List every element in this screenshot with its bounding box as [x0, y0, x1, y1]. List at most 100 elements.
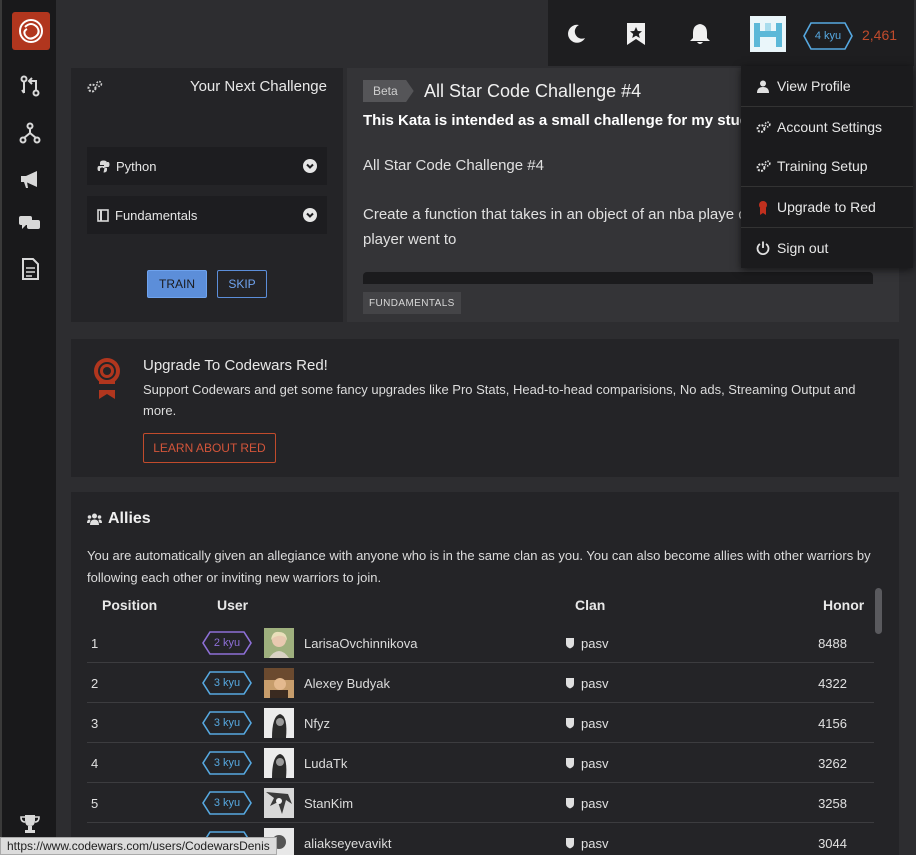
language-value: Python: [116, 158, 157, 174]
shield-icon: [565, 637, 575, 649]
user-menu: View Profile Account Settings Training S…: [741, 66, 913, 268]
clan-name: pasv: [581, 795, 609, 811]
users-icon: [87, 513, 102, 525]
trophy-icon[interactable]: [18, 812, 42, 836]
kata-tag[interactable]: FUNDAMENTALS: [363, 292, 461, 314]
clan-cell[interactable]: pasv: [565, 743, 608, 783]
upgrade-banner: Upgrade To Codewars Red! Support Codewar…: [71, 339, 899, 477]
table-row: 2 3 kyu Alexey Budyak pasv 4322: [87, 663, 874, 703]
table-row: 3 3 kyu Nfyz pasv 4156: [87, 703, 874, 743]
row-position: 2: [91, 675, 99, 691]
rank-label: 3 kyu: [213, 677, 241, 689]
left-sidebar: [0, 0, 56, 855]
gears-icon[interactable]: [87, 80, 103, 99]
user-name[interactable]: aliakseyevavikt: [304, 823, 391, 855]
clan-cell[interactable]: pasv: [565, 823, 608, 855]
column-header-position[interactable]: Position: [102, 597, 157, 613]
kata-intro: This Kata is intended as a small challen…: [363, 112, 767, 129]
upgrade-text: Support Codewars and get some fancy upgr…: [143, 382, 856, 418]
rank-badge: 3 kyu: [202, 791, 252, 815]
menu-item-sign-out[interactable]: Sign out: [741, 228, 913, 268]
chevron-down-icon: [303, 208, 317, 222]
user-name[interactable]: LarisaOvchinnikova: [304, 623, 417, 663]
allies-title: Allies: [108, 510, 151, 527]
menu-item-label: Sign out: [777, 240, 829, 256]
learn-about-red-button[interactable]: LEARN ABOUT RED: [143, 433, 276, 463]
chat-icon[interactable]: [18, 211, 42, 235]
user-avatar[interactable]: [750, 16, 786, 52]
column-header-user[interactable]: User: [217, 597, 248, 613]
menu-item-training-setup[interactable]: Training Setup: [741, 146, 913, 186]
row-position: 5: [91, 795, 99, 811]
menu-item-label: Upgrade to Red: [777, 199, 876, 215]
category-select[interactable]: Fundamentals: [87, 196, 327, 234]
menu-item-upgrade-red[interactable]: Upgrade to Red: [741, 187, 913, 227]
table-row: 4 3 kyu LudaTk pasv 3262: [87, 743, 874, 783]
menu-item-label: Training Setup: [777, 158, 868, 174]
clan-cell[interactable]: pasv: [565, 623, 608, 663]
user-name[interactable]: Alexey Budyak: [304, 663, 390, 703]
network-icon[interactable]: [18, 121, 42, 145]
gears-icon: [755, 120, 771, 134]
moon-icon[interactable]: [564, 22, 588, 46]
megaphone-icon[interactable]: [18, 167, 42, 191]
clan-name: pasv: [581, 755, 609, 771]
row-honor: 3258: [818, 795, 847, 811]
shield-icon: [565, 837, 575, 849]
train-button[interactable]: TRAIN: [147, 270, 207, 298]
user-icon: [755, 80, 771, 93]
clan-cell[interactable]: pasv: [565, 663, 608, 703]
gears-icon: [755, 159, 771, 173]
clan-cell[interactable]: pasv: [565, 703, 608, 743]
user-name[interactable]: Nfyz: [304, 703, 330, 743]
upgrade-title: Upgrade To Codewars Red!: [143, 357, 328, 374]
row-position: 4: [91, 755, 99, 771]
bookmark-star-icon[interactable]: [624, 22, 648, 46]
avatar[interactable]: [264, 628, 294, 658]
link-status-bar: https://www.codewars.com/users/CodewarsD…: [0, 837, 277, 855]
rank-label: 2 kyu: [213, 637, 241, 649]
kata-title[interactable]: All Star Code Challenge #4: [424, 81, 641, 102]
rank-badge: 3 kyu: [202, 751, 252, 775]
table-scrollbar[interactable]: [875, 588, 882, 634]
skip-button[interactable]: SKIP: [217, 270, 267, 298]
red-ribbon-icon: [93, 357, 121, 404]
language-select[interactable]: Python: [87, 147, 327, 185]
power-icon: [755, 241, 771, 255]
rank-label: 3 kyu: [213, 797, 241, 809]
code-block: [363, 272, 873, 284]
table-row: 1 2 kyu LarisaOvchinnikova pasv 8488: [87, 623, 874, 663]
shield-icon: [565, 757, 575, 769]
menu-item-view-profile[interactable]: View Profile: [741, 66, 913, 106]
menu-item-label: Account Settings: [777, 119, 883, 135]
row-honor: 3262: [818, 755, 847, 771]
clan-cell[interactable]: pasv: [565, 783, 608, 823]
python-icon: [97, 160, 110, 173]
honor-score: 2,461: [862, 27, 898, 43]
avatar[interactable]: [264, 708, 294, 738]
row-honor: 4156: [818, 715, 847, 731]
avatar[interactable]: [264, 748, 294, 778]
table-row: 5 3 kyu StanKim pasv 3258: [87, 783, 874, 823]
shield-icon: [565, 677, 575, 689]
clan-name: pasv: [581, 835, 609, 851]
codewars-logo[interactable]: [12, 12, 50, 50]
rank-label: 4 kyu: [814, 30, 842, 42]
shield-icon: [565, 797, 575, 809]
menu-item-label: View Profile: [777, 78, 851, 94]
avatar[interactable]: [264, 668, 294, 698]
menu-item-account-settings[interactable]: Account Settings: [741, 107, 913, 147]
row-honor: 3044: [818, 835, 847, 851]
rank-badge: 3 kyu: [202, 711, 252, 735]
avatar[interactable]: [264, 788, 294, 818]
user-name[interactable]: LudaTk: [304, 743, 347, 783]
allies-heading: Allies: [87, 510, 151, 528]
document-icon[interactable]: [18, 257, 42, 281]
rank-label: 3 kyu: [213, 757, 241, 769]
column-header-honor[interactable]: Honor: [823, 597, 864, 613]
bell-icon[interactable]: [688, 22, 712, 46]
column-header-clan[interactable]: Clan: [575, 597, 605, 613]
allies-description: You are automatically given an allegianc…: [87, 548, 871, 585]
pull-request-icon[interactable]: [18, 74, 42, 98]
user-name[interactable]: StanKim: [304, 783, 353, 823]
